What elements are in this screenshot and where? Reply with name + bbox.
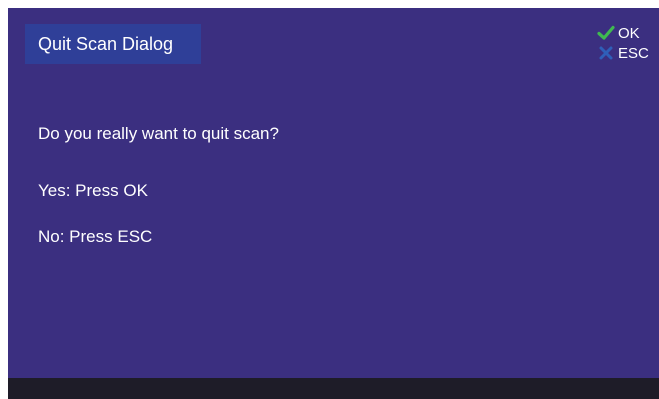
esc-key-hint[interactable]: ESC	[597, 43, 657, 63]
ok-key-label: OK	[618, 24, 640, 42]
esc-key-label: ESC	[618, 44, 649, 62]
dialog-title: Quit Scan Dialog	[38, 33, 174, 54]
footer-bar	[8, 378, 659, 399]
check-icon	[597, 24, 615, 42]
close-icon	[597, 44, 615, 62]
dialog-title-box: Quit Scan Dialog	[25, 24, 201, 64]
no-instruction: No: Press ESC	[38, 227, 153, 246]
key-legend: OK ESC	[597, 23, 657, 63]
ok-key-hint[interactable]: OK	[597, 23, 657, 43]
quit-question: Do you really want to quit scan?	[38, 124, 279, 143]
quit-scan-screen: Quit Scan Dialog OK ESC Do you really wa…	[8, 8, 659, 399]
yes-instruction: Yes: Press OK	[38, 181, 148, 200]
